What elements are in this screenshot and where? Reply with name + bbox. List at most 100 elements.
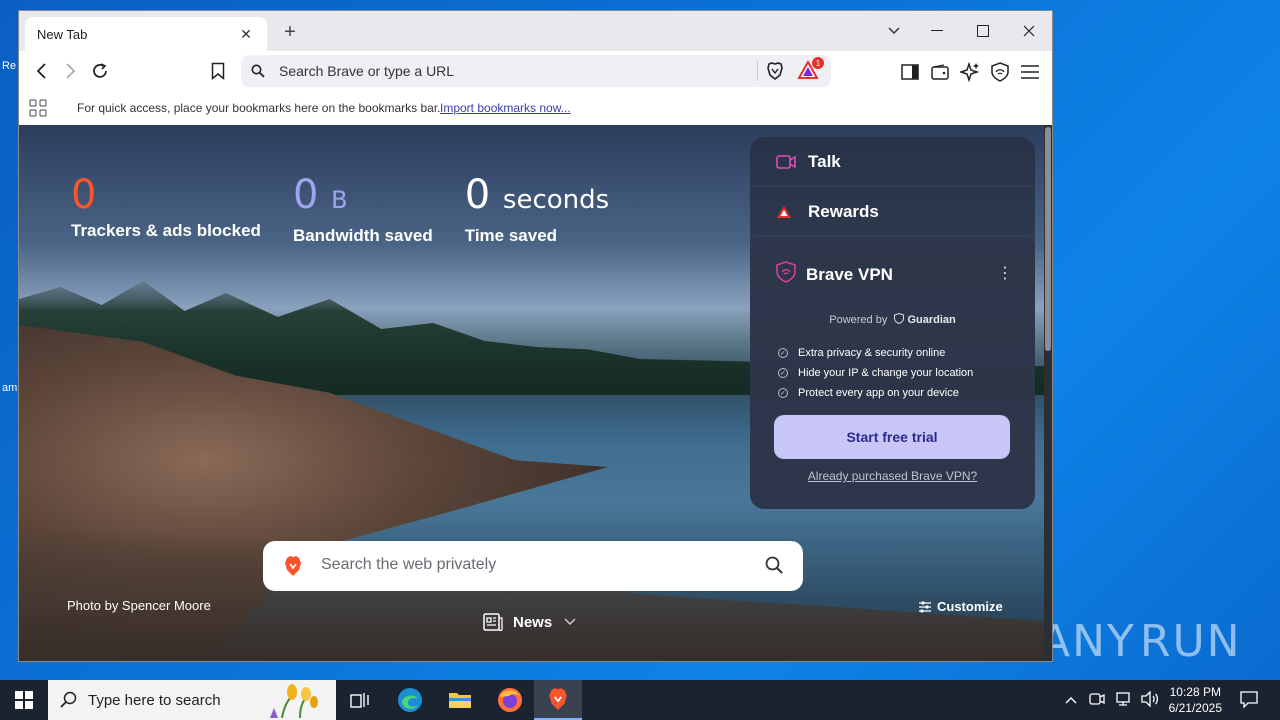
start-free-trial-button[interactable]: Start free trial	[774, 415, 1010, 459]
clock-date: 6/21/2025	[1168, 701, 1222, 715]
cards-widget: Talk Rewards Brave VPN ⋮ Powered by Guar…	[750, 137, 1035, 509]
customize-label: Customize	[937, 599, 1003, 614]
clock-time: 10:28 PM	[1169, 685, 1221, 699]
already-purchased-link[interactable]: Already purchased Brave VPN?	[750, 469, 1035, 483]
check-circle-icon: ✓	[778, 348, 788, 358]
vpn-feature: ✓ Hide your IP & change your location	[778, 363, 973, 383]
rewards-triangle-icon	[776, 205, 796, 219]
file-explorer-taskbar-button[interactable]	[436, 680, 484, 720]
new-tab-button[interactable]: +	[279, 21, 301, 44]
tab-title: New Tab	[37, 26, 88, 42]
news-toggle[interactable]: News	[483, 612, 576, 632]
bandwidth-value: 0	[292, 172, 319, 218]
trackers-label: Trackers & ads blocked	[71, 221, 261, 240]
apps-grid-icon	[29, 99, 47, 117]
network-icon[interactable]	[1115, 691, 1131, 710]
address-bar[interactable]: Search Brave or type a URL 1	[241, 55, 831, 87]
photo-credit[interactable]: Photo by Spencer Moore	[67, 598, 211, 613]
main-menu-button[interactable]	[1019, 61, 1041, 83]
brave-taskbar-button[interactable]	[534, 680, 582, 720]
check-circle-icon: ✓	[778, 368, 788, 378]
minimize-button[interactable]	[914, 11, 960, 51]
hamburger-menu-icon	[1021, 65, 1039, 79]
ntp-search-placeholder: Search the web privately	[321, 556, 497, 573]
task-view-icon	[350, 693, 369, 708]
taskbar-search-placeholder: Type here to search	[88, 691, 221, 709]
notifications-icon[interactable]	[1240, 690, 1258, 711]
scrollbar-thumb[interactable]	[1045, 127, 1051, 351]
vpn-shield-icon	[776, 261, 796, 288]
forward-button[interactable]	[57, 59, 83, 83]
desktop-edge: Re am	[0, 60, 18, 660]
desktop-icon-label: am	[2, 382, 18, 394]
wallet-button[interactable]	[929, 61, 951, 83]
edge-icon	[398, 688, 422, 712]
chevron-down-icon	[564, 615, 576, 629]
sidebar-toggle-button[interactable]	[899, 61, 921, 83]
flowers-illustration-icon	[270, 684, 318, 718]
browser-window: New Tab ✕ + Search Brave or type a URL 1…	[18, 10, 1053, 662]
bookmark-button[interactable]	[205, 59, 231, 83]
privacy-stats: 0 Trackers & ads blocked 0 B Bandwidth s…	[71, 171, 641, 246]
new-tab-page: 0 Trackers & ads blocked 0 B Bandwidth s…	[19, 125, 1052, 661]
leo-ai-button[interactable]	[959, 61, 981, 83]
sparkle-icon	[960, 62, 980, 82]
tab-search-dropdown-icon[interactable]	[874, 11, 914, 51]
window-controls	[874, 11, 1052, 51]
tab-new-tab[interactable]: New Tab ✕	[25, 17, 267, 51]
address-bar-placeholder: Search Brave or type a URL	[279, 63, 455, 79]
page-scrollbar[interactable]	[1044, 125, 1052, 661]
vpn-feature-text: Hide your IP & change your location	[798, 367, 974, 379]
talk-card[interactable]: Talk	[750, 137, 1035, 187]
maximize-button[interactable]	[960, 11, 1006, 51]
vpn-feature: ✓ Extra privacy & security online	[778, 343, 973, 363]
brave-rewards-button[interactable]: 1	[797, 57, 824, 85]
chevron-up-icon[interactable]	[1065, 693, 1077, 707]
address-bar-divider	[757, 61, 758, 81]
back-button[interactable]	[29, 59, 55, 83]
firefox-icon	[498, 688, 522, 712]
bookmarks-bar: For quick access, place your bookmarks h…	[19, 91, 1052, 125]
stat-bandwidth-saved: 0 B Bandwidth saved	[293, 171, 433, 246]
reload-button[interactable]	[87, 59, 113, 83]
brave-lion-icon	[767, 62, 783, 81]
customize-button[interactable]: Customize	[919, 599, 1003, 614]
bandwidth-unit: B	[331, 186, 348, 214]
firefox-taskbar-button[interactable]	[486, 680, 534, 720]
powered-by-label: Powered by	[829, 314, 888, 326]
rewards-label: Rewards	[808, 201, 879, 221]
tab-close-icon[interactable]: ✕	[237, 26, 255, 43]
stat-trackers-blocked: 0 Trackers & ads blocked	[71, 171, 261, 246]
import-bookmarks-link[interactable]: Import bookmarks now...	[440, 101, 571, 115]
ntp-search-box[interactable]: Search the web privately	[263, 541, 803, 591]
vpn-button[interactable]	[989, 61, 1011, 83]
forward-arrow-icon	[66, 63, 76, 79]
volume-icon[interactable]	[1140, 689, 1159, 710]
vpn-feature-list: ✓ Extra privacy & security online ✓ Hide y…	[778, 343, 973, 403]
search-icon[interactable]	[765, 556, 783, 574]
start-button[interactable]	[0, 680, 48, 720]
rewards-card[interactable]: Rewards	[750, 187, 1035, 237]
reload-icon	[93, 63, 107, 78]
vpn-card: Brave VPN ⋮ Powered by Guardian ✓ Extra p…	[750, 237, 1035, 509]
stat-time-saved: 0 seconds Time saved	[465, 171, 609, 246]
taskbar-search-box[interactable]: Type here to search	[48, 680, 336, 720]
guardian-shield-icon	[894, 312, 905, 325]
guardian-label: Guardian	[907, 314, 956, 326]
video-camera-icon	[776, 154, 796, 170]
vpn-feature-text: Extra privacy & security online	[798, 347, 946, 359]
news-label: News	[513, 613, 553, 631]
brave-shields-button[interactable]	[765, 61, 785, 86]
title-bar: New Tab ✕ +	[19, 11, 1052, 51]
close-window-button[interactable]	[1006, 11, 1052, 51]
task-view-button[interactable]	[336, 680, 384, 720]
vpn-title: Brave VPN	[806, 264, 893, 284]
time-label: Time saved	[464, 226, 558, 245]
edge-taskbar-button[interactable]	[386, 680, 434, 720]
vpn-more-options-icon[interactable]: ⋮	[997, 263, 1013, 283]
system-tray: 10:28 PM 6/21/2025	[1065, 680, 1280, 720]
apps-shortcut[interactable]	[29, 99, 47, 120]
bandwidth-label: Bandwidth saved	[292, 226, 433, 245]
taskbar-clock[interactable]: 10:28 PM 6/21/2025	[1169, 684, 1222, 716]
meet-now-icon[interactable]	[1088, 691, 1105, 710]
